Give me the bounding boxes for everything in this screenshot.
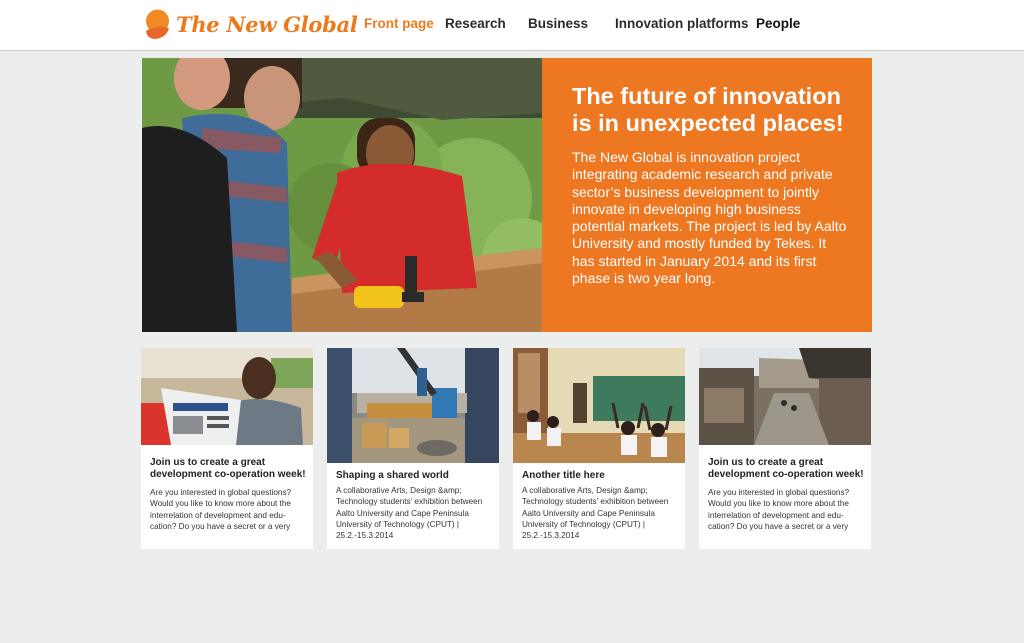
hero-image <box>142 58 542 332</box>
card-excerpt: A collaborative Arts, Design &amp; Techn… <box>336 486 483 541</box>
card-image <box>513 348 685 463</box>
truck-loading-yard-icon <box>327 348 499 463</box>
news-card[interactable]: Join us to create a great development co… <box>141 348 313 549</box>
site-header: The New Global Front page Research Busin… <box>0 0 1024 51</box>
nav-front-page[interactable]: Front page <box>364 16 434 31</box>
card-title[interactable]: Join us to create a great development co… <box>708 457 866 481</box>
hero-description: The New Global is innovation project int… <box>572 149 847 287</box>
men-working-with-power-drill-icon <box>142 58 542 332</box>
hero-title: The future of innovation is in unexpecte… <box>572 83 844 136</box>
card-title[interactable]: Join us to create a great development co… <box>150 457 308 481</box>
nav-people[interactable]: People <box>756 16 800 31</box>
market-street-icon <box>699 348 871 445</box>
nav-research[interactable]: Research <box>445 16 506 31</box>
card-title[interactable]: Shaping a shared world <box>336 470 494 482</box>
card-excerpt: A collaborative Arts, Design &amp; Techn… <box>522 486 669 541</box>
news-card[interactable]: Another title here A collaborative Arts,… <box>513 348 685 549</box>
card-title[interactable]: Another title here <box>522 470 680 482</box>
classroom-children-icon <box>513 348 685 463</box>
nav-business[interactable]: Business <box>528 16 588 31</box>
site-logo[interactable]: The New Global <box>143 8 358 40</box>
hero-banner: The future of innovation is in unexpecte… <box>142 58 872 332</box>
card-image <box>699 348 871 445</box>
hero-text: The future of innovation is in unexpecte… <box>572 83 852 287</box>
card-image <box>141 348 313 445</box>
nav-innovation-platforms[interactable]: Innovation platforms <box>615 16 749 31</box>
card-excerpt: Are you interested in global questions? … <box>708 488 850 531</box>
card-image <box>327 348 499 463</box>
news-card[interactable]: Shaping a shared world A collaborative A… <box>327 348 499 549</box>
news-card[interactable]: Join us to create a great development co… <box>699 348 871 549</box>
man-reading-newspaper-icon <box>141 348 313 445</box>
orange-balloon-logo-icon <box>146 9 169 39</box>
brand-name: The New Global <box>176 11 358 37</box>
card-excerpt: Are you interested in global questions? … <box>150 488 292 531</box>
